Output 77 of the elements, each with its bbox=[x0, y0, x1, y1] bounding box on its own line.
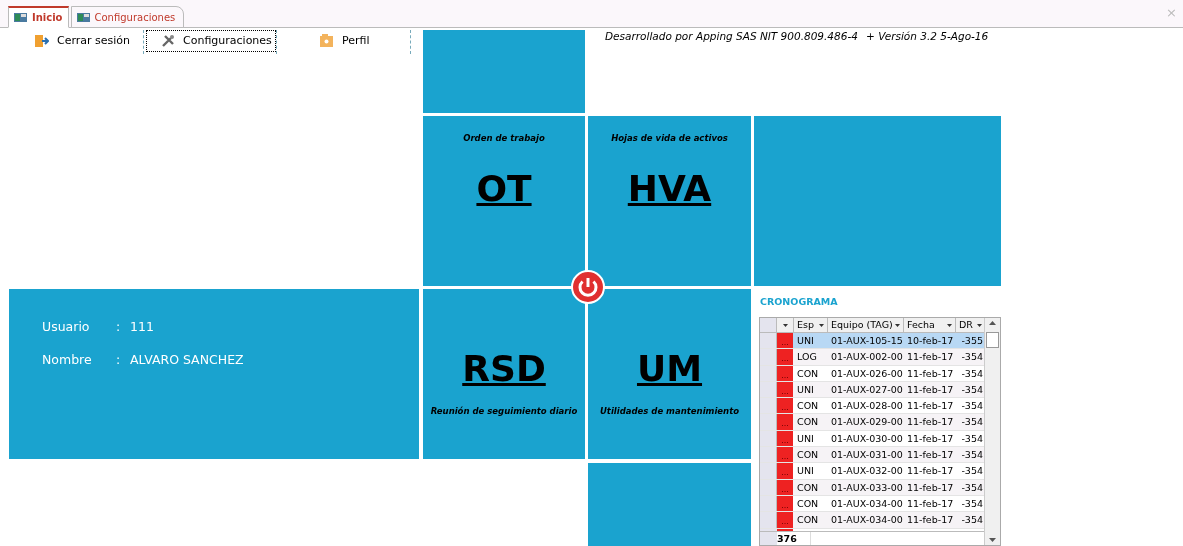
table-cell-text: -354 bbox=[960, 366, 984, 381]
table-cell-text: -354 bbox=[960, 513, 984, 528]
table-cell-text: 01-AUX-032-00 bbox=[830, 464, 904, 479]
table-cell-text: UNI bbox=[796, 431, 815, 446]
table-cell-text: 11-feb-17 bbox=[906, 415, 955, 430]
record-count: 376 bbox=[777, 532, 811, 545]
table-cell-text: -354 bbox=[960, 431, 984, 446]
table-cell-text: -354 bbox=[960, 399, 984, 414]
table-cell-text: 11-feb-17 bbox=[906, 448, 955, 463]
table-cell-text: 01-AUX-027-00 bbox=[830, 382, 904, 397]
table-cell-text: 11-feb-17 bbox=[906, 382, 955, 397]
table-cell-text: -354 bbox=[960, 448, 984, 463]
table-cell-text: 11-feb-17 bbox=[906, 513, 955, 528]
menu-tile[interactable]: Orden de trabajo OT bbox=[423, 116, 585, 286]
table-cell-text: LOG bbox=[796, 350, 818, 365]
table-cell-text: CON bbox=[796, 496, 820, 511]
field-value: ALVARO SANCHEZ bbox=[130, 350, 244, 369]
table-cell-text: UNI bbox=[796, 382, 815, 397]
table-cell-text: 01-AUX-028-00 bbox=[830, 399, 904, 414]
table-cell-text: 11-feb-17 bbox=[906, 464, 955, 479]
toolbar-button[interactable]: Perfil bbox=[306, 30, 384, 52]
section-title: CRONOGRAMA bbox=[760, 295, 838, 309]
tab[interactable]: Configuraciones bbox=[70, 6, 185, 28]
menu-tile[interactable]: Hojas de vida de activos HVA bbox=[588, 116, 751, 286]
column-header[interactable]: Fecha bbox=[904, 318, 956, 332]
row-button[interactable]: ... bbox=[777, 333, 793, 349]
row-button[interactable]: ... bbox=[777, 447, 793, 463]
table-cell-text: -354 bbox=[960, 415, 984, 430]
row-button[interactable]: ... bbox=[777, 414, 793, 430]
table-cell-text: -354 bbox=[960, 480, 984, 495]
table-cell-text: 10-feb-17 bbox=[906, 334, 955, 348]
table-cell-text: UNI bbox=[796, 464, 815, 479]
table-cell-text: CON bbox=[796, 415, 820, 430]
table-cell-text: 01-AUX-031-00 bbox=[830, 448, 904, 463]
field-value: 111 bbox=[130, 318, 154, 336]
table-cell-text: 11-feb-17 bbox=[906, 399, 955, 414]
toolbar-button[interactable]: Configuraciones bbox=[146, 30, 276, 52]
table-cell-text: 01-AUX-030-00 bbox=[830, 431, 904, 446]
table-cell-text: -355 bbox=[960, 334, 984, 348]
field-label: Usuario bbox=[42, 318, 91, 336]
column-header[interactable]: Esp bbox=[794, 318, 828, 332]
table-cell-text: -354 bbox=[960, 350, 984, 365]
table-cell-text: 01-AUX-034-00 bbox=[830, 496, 904, 511]
table-cell-text: 01-AUX-033-00 bbox=[830, 480, 904, 495]
row-button[interactable]: ... bbox=[777, 398, 793, 414]
table-cell-text: 01-AUX-002-00 bbox=[830, 350, 904, 365]
table-cell-text: 01-AUX-034-00 bbox=[830, 513, 904, 528]
field-separator: : bbox=[116, 318, 122, 336]
version-note: + Versión 3.2 5-Ago-16 bbox=[866, 29, 989, 44]
tab[interactable]: Inicio bbox=[8, 6, 69, 28]
menu-tile[interactable]: RSD Reunión de seguimiento diario bbox=[423, 289, 585, 459]
developer-note: Desarrollado por Apping SAS NIT 900.809.486-4 bbox=[605, 29, 858, 44]
table-cell-text: UNI bbox=[796, 334, 815, 348]
column-header[interactable]: Equipo (TAG) bbox=[828, 318, 904, 332]
table-cell-text: CON bbox=[796, 399, 820, 414]
toolbar-button[interactable]: Cerrar sesión bbox=[21, 30, 145, 52]
table-cell-text: 11-feb-17 bbox=[906, 366, 955, 381]
table-cell-text: 01-AUX-029-00 bbox=[830, 415, 904, 430]
table-cell-text: 11-feb-17 bbox=[906, 480, 955, 495]
table-cell-text: 01-AUX-026-00 bbox=[830, 366, 904, 381]
table-cell-text: -354 bbox=[960, 382, 984, 397]
table-cell-text: -354 bbox=[960, 496, 984, 511]
menu-tile[interactable]: UM Utilidades de mantenimiento bbox=[588, 289, 751, 459]
field-label: Nombre bbox=[42, 350, 93, 369]
row-button[interactable]: ... bbox=[777, 349, 793, 365]
table-cell-text: CON bbox=[796, 448, 820, 463]
table-cell-text: CON bbox=[796, 366, 820, 381]
table-cell-text: 01-AUX-105-15 bbox=[830, 334, 904, 348]
row-button[interactable]: ... bbox=[777, 512, 793, 528]
table-cell-text: 11-feb-17 bbox=[906, 431, 955, 446]
table-cell-text: CON bbox=[796, 513, 820, 528]
table-cell-text: 11-feb-17 bbox=[906, 496, 955, 511]
table-cell-text: CON bbox=[796, 480, 820, 495]
field-separator: : bbox=[116, 350, 122, 369]
row-button[interactable]: ... bbox=[777, 463, 793, 479]
table-cell-text: -354 bbox=[960, 464, 984, 479]
table-cell-text: 11-feb-17 bbox=[906, 350, 955, 365]
